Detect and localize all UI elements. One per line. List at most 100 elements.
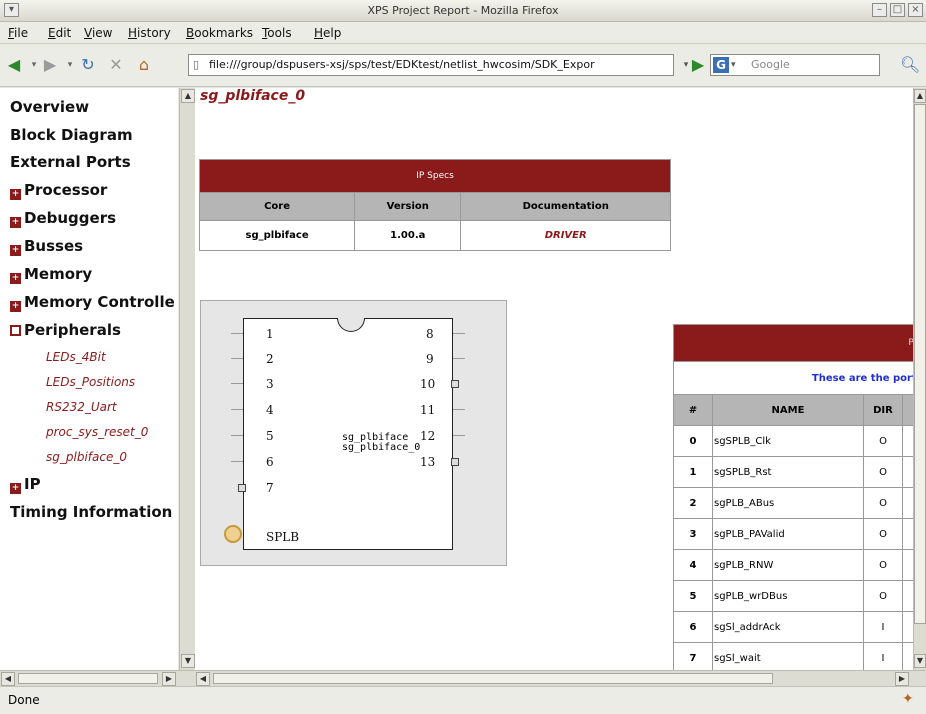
nav-external-ports[interactable]: External Ports — [10, 153, 131, 171]
core-cell: sg_plbiface — [198, 220, 356, 251]
pin-label: 9 — [426, 352, 434, 366]
column-header: NAME — [712, 394, 864, 426]
nav-peripherals[interactable]: Peripherals — [10, 321, 121, 339]
scroll-thumb[interactable] — [213, 673, 773, 684]
back-arrow-icon[interactable]: ◀ — [4, 55, 24, 75]
bus-port-icon — [451, 458, 459, 466]
column-header: Version — [354, 192, 462, 221]
nav-busses[interactable]: + Busses — [10, 237, 83, 256]
left-frame-hscrollbar[interactable]: ◀ ▶ — [0, 670, 195, 686]
ports-caption: PORT — [673, 324, 913, 362]
scroll-thumb[interactable] — [914, 104, 926, 624]
menu-tools[interactable]: Tools — [262, 26, 292, 40]
nav-peripheral-link[interactable]: proc_sys_reset_0 — [46, 425, 148, 439]
nav-peripheral-link[interactable]: LEDs_4Bit — [46, 350, 106, 364]
maximize-button[interactable]: □ — [890, 3, 905, 17]
url-bar[interactable]: ▯ file:///group/dspusers-xsj/sps/test/ED… — [188, 54, 674, 76]
forward-dropdown-icon[interactable]: ▾ — [60, 55, 80, 75]
nav-memory-controller[interactable]: + Memory Controlle — [10, 293, 175, 312]
left-frame-scrollbar[interactable]: ▲ ▼ — [179, 88, 195, 670]
ports-section: h PORT These are the ports li # NAME DIR… — [673, 324, 913, 670]
nav-ip[interactable]: + IP — [10, 475, 41, 494]
version-cell: 1.00.a — [354, 220, 462, 251]
table-row: 7 sgSl_wait I — [673, 642, 913, 670]
nav-peripheral-link[interactable]: LEDs_Positions — [46, 375, 135, 389]
ports-subtitle: These are the ports li — [673, 361, 913, 395]
scroll-up-icon[interactable]: ▲ — [181, 89, 195, 103]
menu-view[interactable]: View — [84, 26, 112, 40]
window-titlebar: XPS Project Report - Mozilla Firefox — [0, 0, 926, 22]
scroll-down-icon[interactable]: ▼ — [181, 654, 195, 668]
pin-lead — [453, 409, 465, 410]
chip-instance-label: sg_plbiface_0 — [342, 442, 421, 453]
stop-icon[interactable]: ✕ — [106, 55, 126, 75]
nav-overview[interactable]: Overview — [10, 98, 89, 116]
reload-icon[interactable]: ↻ — [78, 55, 98, 75]
nav-peripheral-link[interactable]: sg_plbiface_0 — [46, 450, 127, 464]
nav-block-diagram[interactable]: Block Diagram — [10, 126, 133, 144]
pin-lead — [453, 358, 465, 359]
search-input[interactable]: G ▾ Google — [710, 54, 880, 76]
collapse-icon[interactable] — [10, 325, 21, 336]
page-title: sg_plbiface_0 — [200, 88, 306, 104]
bus-connector-icon — [224, 525, 242, 543]
scroll-left-icon[interactable]: ◀ — [196, 672, 210, 686]
column-header: [L — [902, 394, 913, 426]
scroll-left-icon[interactable]: ◀ — [1, 672, 15, 686]
home-icon[interactable]: ⌂ — [134, 55, 154, 75]
nav-peripheral-link[interactable]: RS232_Uart — [46, 400, 117, 414]
minimize-button[interactable]: – — [872, 3, 887, 17]
pin-label: 4 — [266, 403, 274, 417]
pin-lead — [231, 409, 243, 410]
menu-bookmarks[interactable]: Bookmarks — [186, 26, 253, 40]
menu-bar: File Edit View History Bookmarks Tools H… — [0, 22, 926, 44]
pin-label: 3 — [266, 377, 274, 391]
menu-history[interactable]: History — [128, 26, 171, 40]
close-button[interactable]: × — [908, 3, 923, 17]
scroll-right-icon[interactable]: ▶ — [162, 672, 176, 686]
search-placeholder: Google — [751, 58, 790, 71]
pin-label: 6 — [266, 455, 274, 469]
ip-specs-caption: IP Specs — [199, 159, 671, 193]
pin-label: 11 — [420, 403, 436, 417]
expand-icon[interactable]: + — [10, 483, 21, 494]
table-row: 1 sgSPLB_Rst O — [673, 456, 913, 488]
pin-label: 1 — [266, 327, 274, 341]
ip-specs-table: IP Specs Core Version Documentation sg_p… — [198, 159, 671, 251]
nav-processor[interactable]: + Processor — [10, 181, 107, 200]
scroll-right-icon[interactable]: ▶ — [895, 672, 909, 686]
go-arrow-icon[interactable]: ▶ — [688, 55, 708, 75]
pin-label: 12 — [420, 429, 436, 443]
expand-icon[interactable]: + — [10, 217, 21, 228]
expand-icon[interactable]: + — [10, 273, 21, 284]
nav-memory[interactable]: + Memory — [10, 265, 92, 284]
page-icon: ▯ — [193, 58, 200, 71]
expand-icon[interactable]: + — [10, 189, 21, 200]
scroll-up-icon[interactable]: ▲ — [914, 89, 926, 103]
menu-edit[interactable]: Edit — [48, 26, 71, 40]
block-diagram: 1 2 3 4 5 6 7 8 9 10 11 12 13 sg_plbifac… — [200, 300, 507, 566]
expand-icon[interactable]: + — [10, 301, 21, 312]
engine-dropdown-icon[interactable]: ▾ — [731, 55, 736, 75]
menu-file[interactable]: File — [8, 26, 28, 40]
forward-arrow-icon[interactable]: ▶ — [40, 55, 60, 75]
pin-label: 7 — [266, 481, 274, 495]
pin-label: 5 — [266, 429, 274, 443]
menu-help[interactable]: Help — [314, 26, 341, 40]
bus-port-icon — [238, 484, 246, 492]
scroll-thumb[interactable] — [18, 673, 158, 684]
expand-icon[interactable]: + — [10, 245, 21, 256]
nav-timing-information[interactable]: Timing Information — [10, 503, 172, 521]
scroll-down-icon[interactable]: ▼ — [914, 654, 926, 668]
pin-lead — [231, 435, 243, 436]
main-frame-scrollbar[interactable]: ▲ ▼ — [913, 88, 926, 670]
main-frame-hscrollbar[interactable]: ◀ ▶ — [195, 670, 926, 686]
nav-debuggers[interactable]: + Debuggers — [10, 209, 116, 228]
google-engine-icon[interactable]: G — [713, 57, 729, 73]
pin-lead — [453, 333, 465, 334]
window-menu-button[interactable]: ▾ — [4, 3, 19, 17]
pin-lead — [231, 383, 243, 384]
documentation-link[interactable]: DRIVER — [460, 220, 671, 251]
left-navigation-frame: Overview Block Diagram External Ports + P… — [0, 88, 178, 670]
search-magnifier-icon[interactable]: 🔍︎ — [900, 55, 920, 75]
